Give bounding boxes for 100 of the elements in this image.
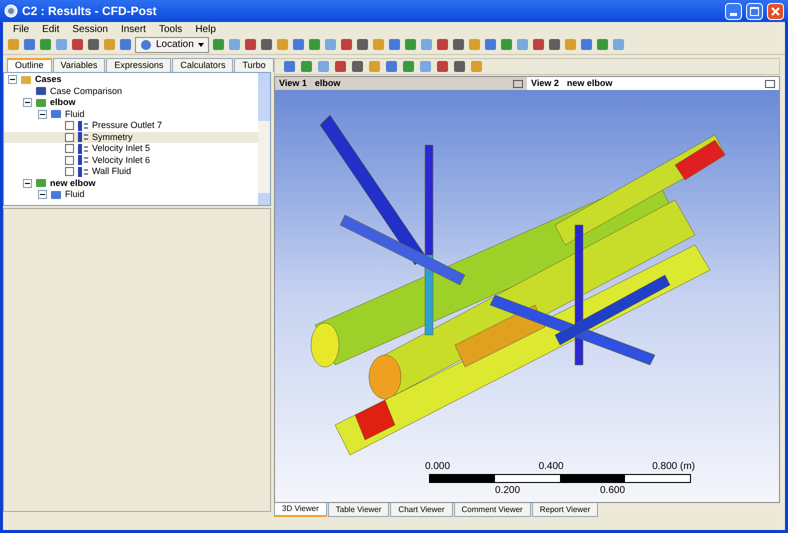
tree-item[interactable]: Pressure Outlet 7 <box>4 120 258 132</box>
view-selector[interactable]: View 1 <box>279 76 307 90</box>
maximize-icon[interactable] <box>765 80 775 88</box>
scrollbar[interactable] <box>258 73 270 205</box>
checkbox[interactable] <box>65 144 74 154</box>
toolbar-icon[interactable] <box>283 60 296 73</box>
toolbar-icon[interactable] <box>436 60 449 73</box>
tree-item[interactable]: Wall Fluid <box>4 166 258 178</box>
minimize-icon <box>730 12 737 16</box>
location-button[interactable]: Location <box>135 36 209 52</box>
tree-label: Wall Fluid <box>92 165 132 178</box>
toolbar-icon[interactable] <box>388 38 401 51</box>
toolbar-icon[interactable] <box>71 38 84 51</box>
tree-label: Case Comparison <box>50 84 122 98</box>
expander-icon[interactable] <box>38 190 47 200</box>
3d-viewport[interactable]: 0.000 0.400 0.800 (m) 0.200 0.600 <box>275 90 779 502</box>
region-icon <box>77 166 89 177</box>
toolbar-icon[interactable] <box>39 38 52 51</box>
toolbar-icon[interactable] <box>340 38 353 51</box>
toolbar-icon[interactable] <box>23 38 36 51</box>
menu-item[interactable]: Help <box>189 22 222 36</box>
checkbox[interactable] <box>65 167 74 176</box>
tree-label: Velocity Inlet 5 <box>92 142 150 155</box>
tab[interactable]: Table Viewer <box>328 503 390 517</box>
toolbar-icon[interactable] <box>87 38 100 51</box>
view-header[interactable]: View 1 elbow <box>275 77 527 90</box>
tree-label: Pressure Outlet 7 <box>92 119 162 132</box>
tab[interactable]: Variables <box>52 58 106 72</box>
tab[interactable]: Comment Viewer <box>454 503 531 517</box>
toolbar-icon[interactable] <box>119 38 132 51</box>
maximize-button[interactable] <box>746 2 763 20</box>
scale-label: 0.800 (m) <box>652 460 695 474</box>
tab[interactable]: Expressions <box>106 58 172 72</box>
block-icon <box>50 109 62 120</box>
tree-item[interactable]: Velocity Inlet 6 <box>4 154 258 166</box>
tree-label: Fluid <box>65 108 85 120</box>
region-icon <box>77 144 89 154</box>
region-icon <box>77 132 89 142</box>
tree-label: Cases <box>35 73 62 86</box>
view-header[interactable]: View 2 new elbow <box>527 77 779 90</box>
toolbar-icon[interactable] <box>484 38 497 51</box>
toolbar-icon[interactable] <box>452 38 465 51</box>
tree-item[interactable]: Symmetry <box>4 132 258 143</box>
toolbar-icon[interactable] <box>404 38 417 51</box>
tree-item[interactable]: Cases <box>4 74 258 86</box>
close-button[interactable] <box>767 2 784 20</box>
expander-icon[interactable] <box>23 98 32 108</box>
toolbar-icon[interactable] <box>300 60 313 73</box>
toolbar-icon[interactable] <box>244 38 257 51</box>
toolbar-icon[interactable] <box>596 38 609 51</box>
tree-label: Symmetry <box>92 130 132 144</box>
tree-label: new elbow <box>50 176 96 190</box>
tree-label: Velocity Inlet 6 <box>92 154 150 167</box>
menu-item[interactable]: Session <box>66 22 114 36</box>
checkbox[interactable] <box>65 156 74 165</box>
tab[interactable]: Report Viewer <box>532 503 598 517</box>
tab[interactable]: Turbo <box>234 58 274 72</box>
tab[interactable]: Outline <box>7 58 52 72</box>
toolbar-icon[interactable] <box>500 38 513 51</box>
toolbar-icon[interactable] <box>385 60 398 73</box>
tree-item[interactable]: Velocity Inlet 5 <box>4 143 258 154</box>
maximize-icon <box>750 6 759 16</box>
toolbar-icon[interactable] <box>212 38 225 51</box>
checkbox[interactable] <box>65 132 74 142</box>
toolbar-icon[interactable] <box>260 38 273 51</box>
checkbox[interactable] <box>65 121 74 130</box>
expander-icon[interactable] <box>8 75 17 84</box>
menu-item[interactable]: Tools <box>152 22 188 36</box>
toolbar-icon[interactable] <box>334 60 347 73</box>
toolbar-icon[interactable] <box>402 60 415 73</box>
toolbar-icon[interactable] <box>436 38 449 51</box>
toolbar-icon[interactable] <box>453 60 466 73</box>
expander-icon[interactable] <box>23 178 32 188</box>
toolbar-icon[interactable] <box>580 38 593 51</box>
region-icon <box>77 155 89 166</box>
toolbar-icon[interactable] <box>356 38 369 51</box>
expander-icon[interactable] <box>38 110 47 119</box>
case-selector[interactable]: elbow <box>314 76 505 90</box>
block-icon <box>50 190 62 200</box>
menu-item[interactable]: Edit <box>36 22 66 36</box>
toolbar-icon[interactable] <box>532 38 545 51</box>
maximize-icon[interactable] <box>513 80 523 88</box>
tree-item[interactable]: new elbow <box>4 178 258 189</box>
tree-item[interactable]: Fluid <box>4 108 258 120</box>
menu-item[interactable]: File <box>7 22 36 36</box>
view-selector[interactable]: View 2 <box>531 76 559 90</box>
toolbar-icon[interactable] <box>292 38 305 51</box>
scale-label: 0.000 <box>425 460 450 474</box>
tree-item[interactable]: Case Comparison <box>4 86 258 97</box>
tab[interactable]: Chart Viewer <box>390 503 453 517</box>
tree-item[interactable]: elbow <box>4 97 258 108</box>
tree-item[interactable]: Fluid <box>4 189 258 200</box>
toolbar-icon[interactable] <box>308 38 321 51</box>
menu-item[interactable]: Insert <box>114 22 152 36</box>
tab[interactable]: Calculators <box>172 58 234 72</box>
toolbar-icon[interactable] <box>548 38 561 51</box>
case-selector[interactable]: new elbow <box>566 76 757 90</box>
minimize-button[interactable] <box>725 2 742 20</box>
toolbar-icon[interactable] <box>351 60 364 73</box>
tab[interactable]: 3D Viewer <box>274 503 327 517</box>
